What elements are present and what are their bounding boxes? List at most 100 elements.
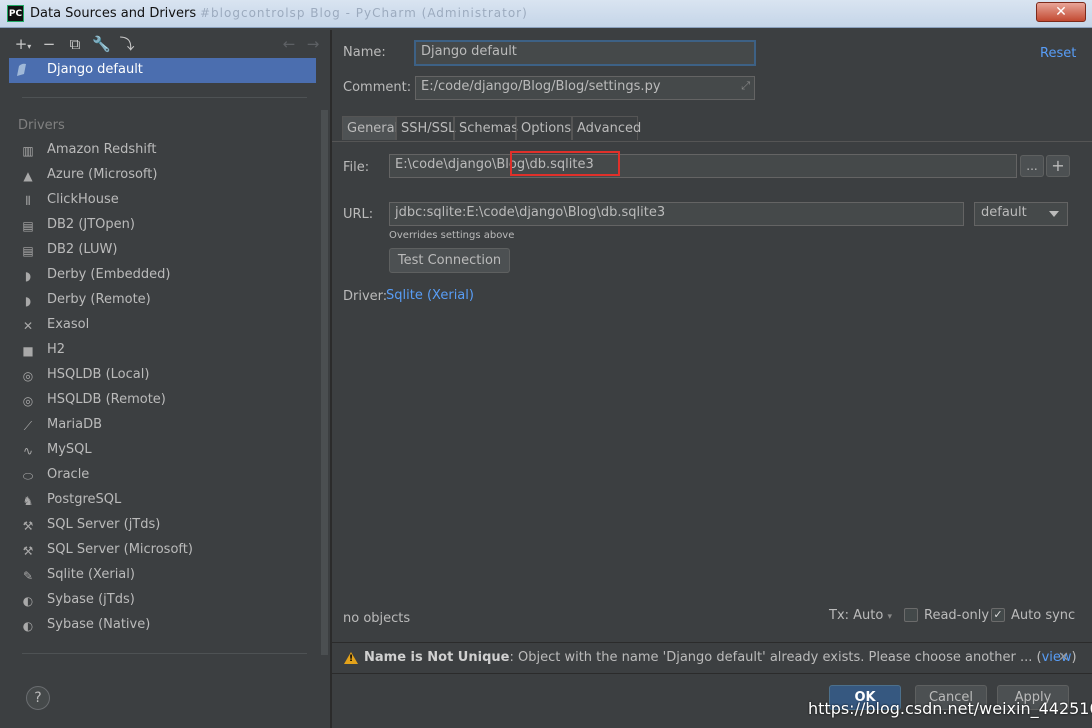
driver-item[interactable]: ◎ HSQLDB (Local) — [6, 363, 322, 388]
driver-item[interactable]: ◗ Derby (Remote) — [6, 288, 322, 313]
driver-label: Sybase (jTds) — [47, 592, 135, 607]
file-label: File: — [343, 160, 370, 175]
url-input[interactable]: jdbc:sqlite:E:\code\django\Blog\db.sqlit… — [389, 202, 964, 226]
chevron-down-icon: ▾ — [887, 612, 893, 622]
auto-sync-checkbox[interactable]: ✓ — [991, 608, 1005, 622]
driver-label: Derby (Embedded) — [47, 267, 171, 282]
right-panel: Name: Django default Reset Comment: E:/c… — [332, 30, 1092, 728]
driver-label: Derby (Remote) — [47, 292, 151, 307]
tab-schemas[interactable]: Schemas — [454, 116, 518, 140]
import-icon[interactable]: ⤵ — [118, 35, 136, 53]
read-only-label: Read-only — [924, 608, 990, 623]
driver-label: SQL Server (jTds) — [47, 517, 161, 532]
tx-mode-label: Tx: Auto — [829, 608, 884, 623]
url-mode-select[interactable]: default — [974, 202, 1068, 226]
watermark: https://blog.csdn.net/weixin_44251004 — [808, 699, 1092, 718]
driver-label: ClickHouse — [47, 192, 119, 207]
expand-icon[interactable]: ⤢ — [741, 79, 750, 93]
driver-item[interactable]: ⚒ SQL Server (jTds) — [6, 513, 322, 538]
h2-icon: ■ — [22, 344, 34, 358]
name-input[interactable]: Django default — [414, 40, 756, 66]
auto-sync-label: Auto sync — [1011, 608, 1076, 623]
driver-item[interactable]: ◗ Derby (Embedded) — [6, 263, 322, 288]
data-source-label: Django default — [47, 62, 143, 77]
exasol-icon: ✕ — [22, 319, 34, 333]
azure-icon: ▲ — [23, 169, 33, 183]
drivers-heading: Drivers — [18, 118, 65, 133]
driver-item[interactable]: ✎ Sqlite (Xerial) — [6, 563, 322, 588]
driver-link[interactable]: Sqlite (Xerial) — [386, 288, 474, 303]
annotation-highlight-box — [510, 151, 620, 176]
driver-label: PostgreSQL — [47, 492, 122, 507]
divider — [22, 653, 307, 654]
hsqldb-icon: ◎ — [22, 369, 34, 383]
browse-button[interactable]: ... — [1020, 155, 1044, 177]
drivers-list: ▥ Amazon Redshift ▲ Azure (Microsoft) ⦀ Cli… — [6, 138, 322, 638]
left-toolbar: +▾ − ⧉ 🔧 ⤵ ← → — [6, 30, 328, 58]
background-window-title: #blogcontrolsp Blog - PyCharm (Administr… — [200, 6, 528, 20]
driver-item[interactable]: ♞ PostgreSQL — [6, 488, 322, 513]
help-button[interactable]: ? — [26, 686, 50, 710]
driver-label: DB2 (LUW) — [47, 242, 118, 257]
driver-item[interactable]: ▲ Azure (Microsoft) — [6, 163, 322, 188]
wrench-icon[interactable]: 🔧 — [92, 35, 111, 53]
db2-icon: ▤ — [22, 219, 34, 233]
driver-item[interactable]: ◐ Sybase (jTds) — [6, 588, 322, 613]
sqlite-icon — [17, 63, 26, 76]
chevron-down-icon — [1049, 211, 1059, 217]
left-scrollbar[interactable] — [321, 110, 328, 655]
warning-bar: ! Name is Not Unique: Object with the na… — [332, 642, 1092, 672]
driver-item[interactable]: ■ H2 — [6, 338, 322, 363]
reset-link[interactable]: Reset — [1040, 46, 1076, 61]
driver-item[interactable]: ▤ DB2 (LUW) — [6, 238, 322, 263]
driver-item[interactable]: ◎ HSQLDB (Remote) — [6, 388, 322, 413]
derby-icon: ◗ — [24, 294, 32, 308]
forward-arrow-icon[interactable]: → — [304, 35, 322, 53]
close-icon[interactable]: ✕ — [1036, 2, 1086, 22]
objects-status: no objects — [343, 611, 411, 626]
postgresql-icon: ♞ — [22, 494, 34, 508]
test-connection-button[interactable]: Test Connection — [389, 248, 510, 273]
name-label: Name: — [343, 45, 386, 60]
sybase-icon: ◐ — [22, 619, 34, 633]
sqlserver-icon: ⚒ — [22, 519, 34, 533]
driver-item[interactable]: ⦀ ClickHouse — [6, 188, 322, 213]
driver-label: HSQLDB (Remote) — [47, 392, 166, 407]
copy-icon[interactable]: ⧉ — [66, 35, 84, 53]
driver-label: H2 — [47, 342, 66, 357]
tab-options[interactable]: Options — [516, 116, 572, 140]
driver-item[interactable]: ✕ Exasol — [6, 313, 322, 338]
data-source-item-django-default[interactable]: Django default — [9, 58, 316, 83]
driver-item[interactable]: ◐ Sybase (Native) — [6, 613, 322, 638]
driver-item[interactable]: ⬭ Oracle — [6, 463, 322, 488]
driver-item[interactable]: ⚒ SQL Server (Microsoft) — [6, 538, 322, 563]
read-only-checkbox[interactable] — [904, 608, 918, 622]
driver-label: MySQL — [47, 442, 92, 457]
tab-general[interactable]: General — [342, 116, 398, 140]
add-file-button[interactable]: + — [1046, 155, 1070, 177]
db2-icon: ▤ — [22, 244, 34, 258]
driver-item[interactable]: ▤ DB2 (JTOpen) — [6, 213, 322, 238]
tx-mode-select[interactable]: Tx: Auto ▾ — [829, 608, 892, 623]
back-arrow-icon[interactable]: ← — [280, 35, 298, 53]
add-icon[interactable]: +▾ — [14, 35, 32, 53]
driver-label: Sybase (Native) — [47, 617, 151, 632]
driver-item[interactable]: ∿ MySQL — [6, 438, 322, 463]
tab-advanced[interactable]: Advanced — [572, 116, 641, 140]
comment-input[interactable]: E:/code/django/Blog/Blog/settings.py ⤢ — [415, 76, 755, 100]
mariadb-icon: ⟋ — [23, 419, 33, 433]
remove-icon[interactable]: − — [40, 35, 58, 53]
driver-label: Sqlite (Xerial) — [47, 567, 135, 582]
driver-label: MariaDB — [47, 417, 103, 432]
file-input[interactable]: E:\code\django\Blog\db.sqlite3 — [389, 154, 1017, 178]
tab-ssh-ssl[interactable]: SSH/SSL — [396, 116, 455, 140]
driver-label: SQL Server (Microsoft) — [47, 542, 193, 557]
close-icon[interactable]: ✕ — [1058, 650, 1069, 665]
sqlite-icon: ✎ — [22, 569, 34, 583]
warning-tail: ) — [1071, 650, 1077, 665]
redshift-icon: ▥ — [22, 144, 34, 158]
url-mode-value: default — [981, 205, 1027, 220]
hsqldb-icon: ◎ — [22, 394, 34, 408]
driver-item[interactable]: ▥ Amazon Redshift — [6, 138, 322, 163]
driver-item[interactable]: ⟋ MariaDB — [6, 413, 322, 438]
